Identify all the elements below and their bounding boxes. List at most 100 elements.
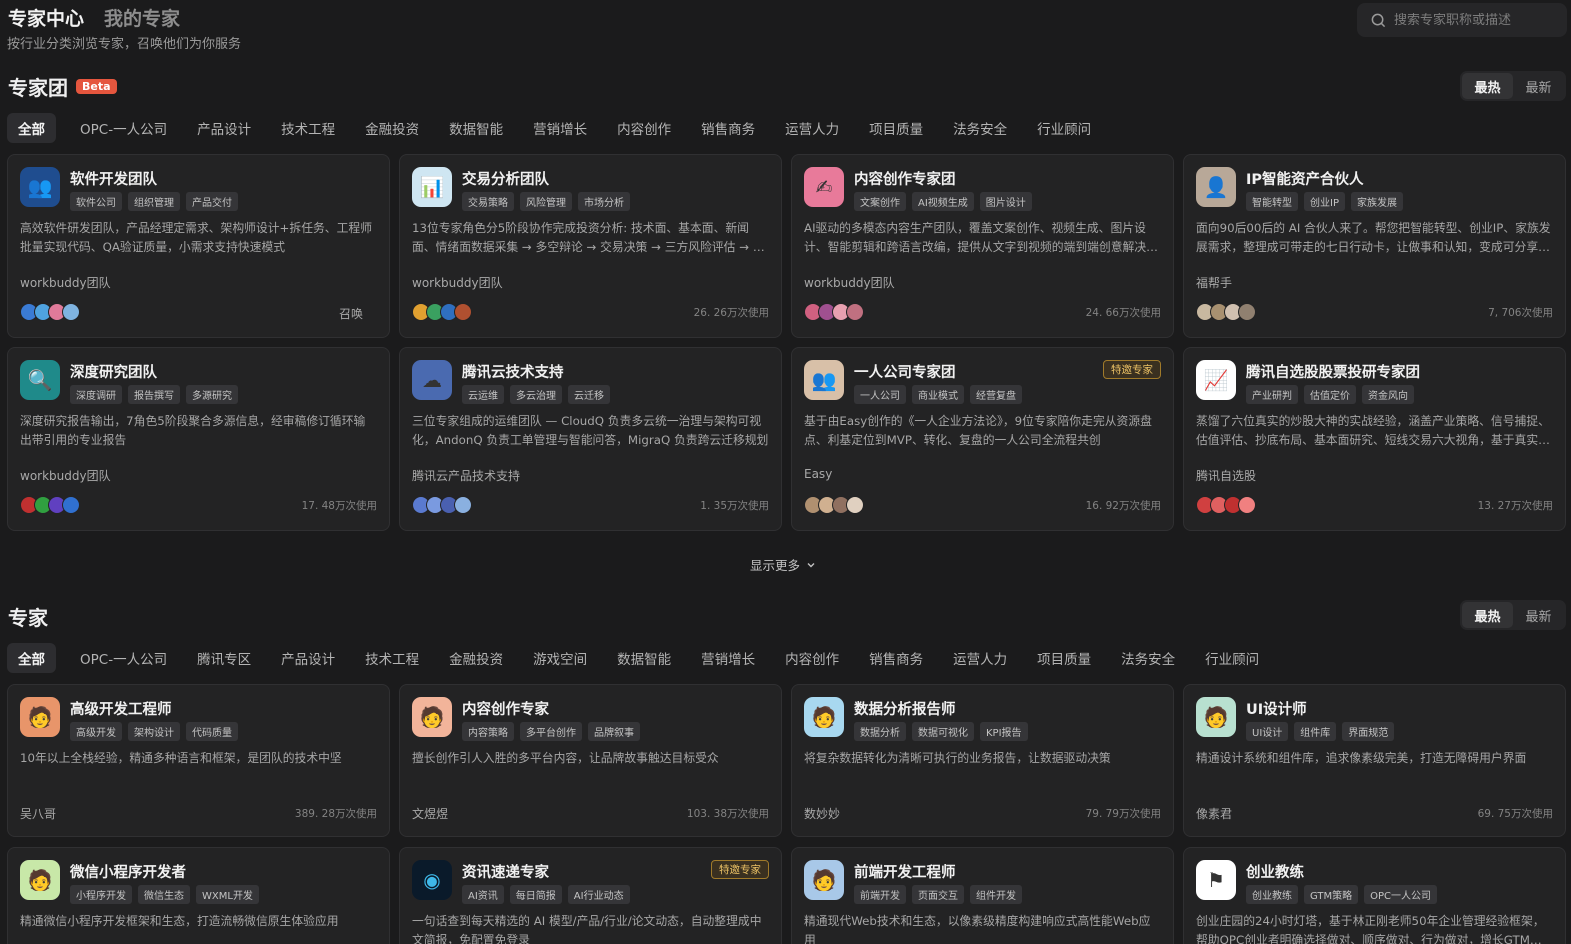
expert-card[interactable]: 🧑 微信小程序开发者 小程序开发 微信生态 WXML开发 精通微信小程序开发框架和生态，打…: [7, 847, 390, 944]
category-tab[interactable]: 销售商务: [869, 643, 923, 673]
card-title: 高级开发工程师: [70, 702, 172, 718]
category-tab[interactable]: 法务安全: [1121, 643, 1175, 673]
category-tab[interactable]: 金融投资: [449, 643, 503, 673]
category-tab[interactable]: 行业顾问: [1205, 643, 1259, 673]
category-tab[interactable]: 腾讯专区: [197, 643, 251, 673]
tag-badge: 市场分析: [578, 192, 630, 211]
card-description: AI驱动的多模态内容生产团队，覆盖文案创作、视频生成、图片设计、智能剪辑和跨语言…: [804, 221, 1158, 254]
team-card[interactable]: ☁ 腾讯云技术支持 云运维 多云治理 云迁移 三位专家组成的运维团队 — CloudQ 负…: [399, 347, 782, 531]
tag-badge: 一人公司: [854, 385, 906, 404]
cloud-icon: ☁: [412, 360, 452, 400]
tab-expert-center[interactable]: 专家中心: [8, 4, 84, 31]
category-tab[interactable]: 销售商务: [701, 113, 755, 143]
special-expert-badge: 特邀专家: [711, 860, 769, 879]
miniapp-avatar-icon: 🧑: [20, 860, 60, 900]
tag-badge: UI设计: [1246, 722, 1289, 741]
person-icon: 👤: [1196, 167, 1236, 207]
usage-count: 13. 27万次使用: [1477, 500, 1553, 512]
tag-badge: 云运维: [462, 385, 504, 404]
team-card[interactable]: 🔍 深度研究团队 深度调研 报告撰写 多源研究 深度研究报告输出，7角色5阶段聚合多源信息…: [7, 347, 390, 531]
expert-card[interactable]: ◉ 资讯速递专家 AI资讯 每日简报 AI行业动态 特邀专家 一句话查到每天精选的 AI 模…: [399, 847, 782, 944]
summon-button[interactable]: 召唤: [339, 305, 363, 322]
card-tags: 文案创作 AI视频生成 图片设计: [854, 192, 1032, 211]
card-author: 像素君: [1196, 807, 1233, 821]
tag-badge: 文案创作: [854, 192, 906, 211]
category-tab[interactable]: 法务安全: [953, 113, 1007, 143]
expert-card[interactable]: 🧑 内容创作专家 内容策略 多平台创作 品牌叙事 擅长创作引人入胜的多平台内容，让品牌故事…: [399, 684, 782, 837]
card-title: 内容创作专家: [462, 702, 549, 718]
special-expert-badge: 特邀专家: [1103, 360, 1161, 379]
category-tab[interactable]: 数据智能: [617, 643, 671, 673]
experts-category-bar: 全部 OPC-一人公司 腾讯专区 产品设计 技术工程 金融投资 游戏空间 数据智能 营销增长 内容…: [7, 643, 1289, 673]
team-card[interactable]: 📊 交易分析团队 交易策略 风险管理 市场分析 13位专家角色分5阶段协作完成投资分析: …: [399, 154, 782, 338]
category-tab[interactable]: 营销增长: [533, 113, 587, 143]
category-tab[interactable]: 内容创作: [617, 113, 671, 143]
tag-badge: 报告撰写: [128, 385, 180, 404]
category-tab[interactable]: 全部: [7, 643, 56, 673]
expert-card[interactable]: ⚑ 创业教练 创业教练 GTM策略 OPC一人公司 创业庄园的24小时灯塔，基于林正刚老师…: [1183, 847, 1566, 944]
member-avatar: [454, 303, 472, 321]
sort-new-button[interactable]: 最新: [1513, 602, 1564, 628]
category-tab[interactable]: 项目质量: [869, 113, 923, 143]
category-tab[interactable]: 营销增长: [701, 643, 755, 673]
category-tab[interactable]: 游戏空间: [533, 643, 587, 673]
category-tab[interactable]: 运营人力: [953, 643, 1007, 673]
category-tab[interactable]: 产品设计: [197, 113, 251, 143]
usage-count: 69. 75万次使用: [1477, 808, 1553, 820]
team-card[interactable]: 👤 IP智能资产合伙人 智能转型 创业IP 家族发展 面向90后00后的 AI 合伙人来了…: [1183, 154, 1566, 338]
category-tab[interactable]: 行业顾问: [1037, 113, 1091, 143]
member-avatars: [412, 496, 472, 514]
team-card[interactable]: 📈 腾讯自选股股票投研专家团 产业研判 估值定价 资金风向 蒸馏了六位真实的炒股大神的实战…: [1183, 347, 1566, 531]
tag-badge: 创业IP: [1304, 192, 1345, 211]
sort-hot-button[interactable]: 最热: [1462, 73, 1513, 99]
tag-badge: 深度调研: [70, 385, 122, 404]
tag-badge: 图片设计: [979, 192, 1032, 211]
designer-avatar-icon: 🧑: [1196, 697, 1236, 737]
tag-badge: 风险管理: [520, 192, 572, 211]
sort-hot-button[interactable]: 最热: [1462, 602, 1513, 628]
category-tab[interactable]: 数据智能: [449, 113, 503, 143]
category-tab[interactable]: 产品设计: [281, 643, 335, 673]
member-avatars: [20, 496, 80, 514]
show-more-button[interactable]: 显示更多: [750, 555, 816, 574]
category-tab[interactable]: OPC-一人公司: [80, 643, 167, 673]
team-card[interactable]: 👥 软件开发团队 软件公司 组织管理 产品交付 高效软件研发团队，产品经理定需求、架构师设…: [7, 154, 390, 338]
category-tab[interactable]: 项目质量: [1037, 643, 1091, 673]
member-avatars: [412, 303, 472, 321]
category-tab[interactable]: 全部: [7, 113, 56, 143]
search-box[interactable]: [1357, 3, 1567, 37]
member-avatar: [454, 496, 472, 514]
experts-section-title: 专家: [8, 602, 48, 631]
card-author: workbuddy团队: [20, 276, 111, 290]
tab-my-experts[interactable]: 我的专家: [104, 4, 180, 31]
category-tab[interactable]: 技术工程: [281, 113, 335, 143]
category-tab[interactable]: 技术工程: [365, 643, 419, 673]
search-input[interactable]: [1394, 12, 1554, 28]
chevron-down-icon: [807, 562, 815, 567]
category-tab[interactable]: 内容创作: [785, 643, 839, 673]
card-title: 一人公司专家团: [854, 365, 956, 381]
page-subtitle: 按行业分类浏览专家，召唤他们为你服务: [7, 37, 242, 52]
team-card[interactable]: 👥 一人公司专家团 一人公司 商业模式 经营复盘 特邀专家 基于由Easy创作的《一人企业方…: [791, 347, 1174, 531]
usage-count: 7, 706次使用: [1488, 307, 1553, 319]
member-avatars: [1196, 496, 1256, 514]
tag-badge: 高级开发: [70, 722, 122, 741]
category-tab[interactable]: 金融投资: [365, 113, 419, 143]
sort-new-button[interactable]: 最新: [1513, 73, 1564, 99]
card-title: 前端开发工程师: [854, 865, 956, 881]
category-tab[interactable]: 运营人力: [785, 113, 839, 143]
member-avatars: [1196, 303, 1256, 321]
analyst-avatar-icon: 🧑: [804, 697, 844, 737]
expert-card[interactable]: 🧑 UI设计师 UI设计 组件库 界面规范 精通设计系统和组件库，追求像素级完美，打造无障…: [1183, 684, 1566, 837]
expert-card[interactable]: 🧑 前端开发工程师 前端开发 页面交互 组件开发 精通现代Web技术和生态，以像素级精度构…: [791, 847, 1174, 944]
card-tags: 数据分析 数据可视化 KPI报告: [854, 722, 1028, 741]
expert-card[interactable]: 🧑 高级开发工程师 高级开发 架构设计 代码质量 10年以上全栈经验，精通多种语言和框架，…: [7, 684, 390, 837]
card-author: 腾讯云产品技术支持: [412, 469, 521, 483]
team-card[interactable]: ✍ 内容创作专家团 文案创作 AI视频生成 图片设计 AI驱动的多模态内容生产团队，覆盖文…: [791, 154, 1174, 338]
usage-count: 79. 79万次使用: [1085, 808, 1161, 820]
card-title: 数据分析报告师: [854, 702, 956, 718]
category-tab[interactable]: OPC-一人公司: [80, 113, 167, 143]
expert-card[interactable]: 🧑 数据分析报告师 数据分析 数据可视化 KPI报告 将复杂数据转化为清晰可执行的业务报告…: [791, 684, 1174, 837]
tag-badge: 智能转型: [1246, 192, 1298, 211]
tag-badge: 数据可视化: [912, 722, 974, 741]
